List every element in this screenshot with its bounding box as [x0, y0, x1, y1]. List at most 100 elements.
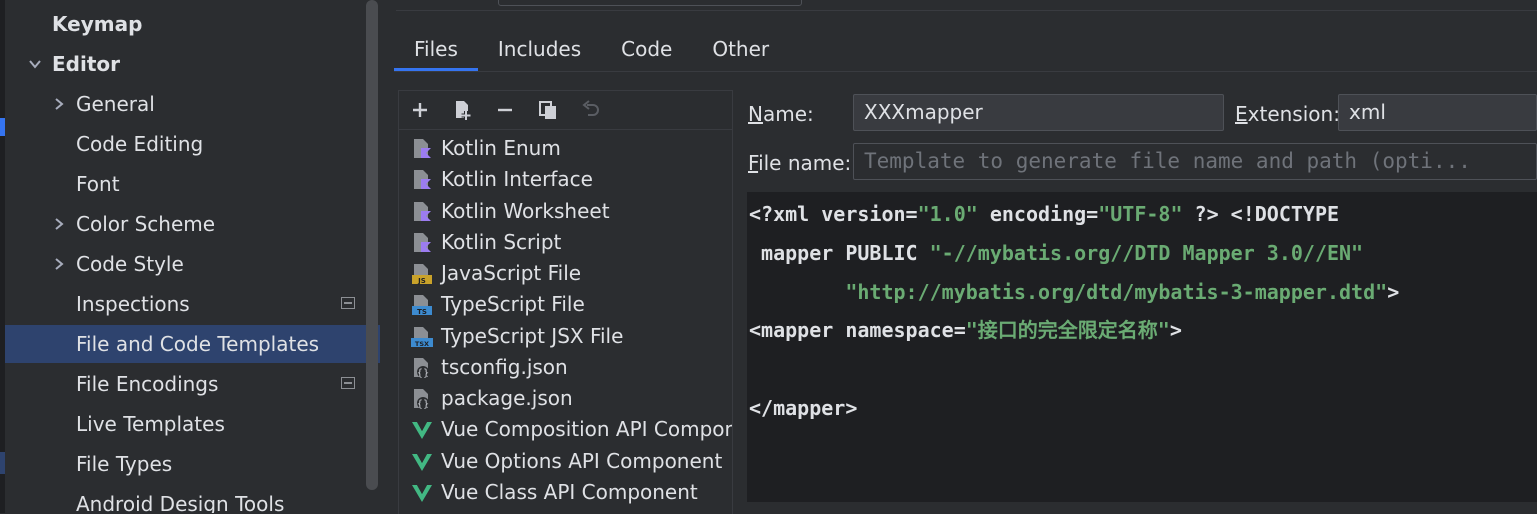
list-item-label: Kotlin Script [441, 230, 562, 254]
typescript-file-icon: TS [412, 295, 432, 316]
list-item[interactable]: Vue Class API Component [399, 477, 732, 508]
sidebar-item-label: Font [76, 172, 120, 196]
code-token: <?xml version= [749, 202, 918, 226]
sidebar-item-file-and-code-templates[interactable]: File and Code Templates [5, 325, 380, 363]
sidebar-item-label: File Types [76, 452, 173, 476]
svg-text:TSX: TSX [415, 340, 429, 348]
extension-label: Extension: [1235, 102, 1340, 126]
list-item[interactable]: Kotlin Worksheet [399, 196, 732, 227]
kotlin-file-icon [414, 233, 431, 252]
json-file-icon: {} [414, 358, 430, 379]
name-field[interactable]: XXXmapper [853, 94, 1224, 131]
create-copy-icon[interactable] [450, 97, 476, 123]
list-item-label: package.json [441, 386, 573, 410]
code-string: "接口的完全限定名称" [965, 318, 1170, 342]
kotlin-file-icon [414, 202, 431, 221]
svg-text:TS: TS [417, 308, 427, 316]
sidebar-item-color-scheme[interactable]: Color Scheme [5, 205, 380, 243]
list-item-label: Kotlin Enum [441, 136, 561, 160]
sidebar-item-general[interactable]: General [5, 85, 380, 123]
list-item[interactable]: TS TypeScript File [399, 289, 732, 320]
sidebar-item-label: File Encodings [76, 372, 219, 396]
chevron-right-icon[interactable] [51, 245, 67, 283]
project-settings-icon [341, 297, 355, 309]
json-file-icon: {} [414, 389, 430, 410]
file-name-label: File name: [748, 151, 852, 175]
list-item-label: Kotlin Interface [441, 167, 593, 191]
tab-other[interactable]: Other [692, 30, 789, 72]
name-label: Name: [748, 102, 814, 126]
code-string: "http://mybatis.org/dtd/mybatis-3-mapper… [845, 280, 1388, 304]
code-token: <mapper namespace= [749, 318, 966, 342]
template-tabs: Files Includes Code Other [394, 30, 789, 72]
chevron-down-icon[interactable] [27, 45, 43, 83]
svg-text:{}: {} [417, 368, 430, 379]
list-item[interactable]: {} tsconfig.json [399, 352, 732, 383]
vue-icon [412, 422, 432, 439]
code-token: > [1387, 280, 1400, 304]
sidebar-item-label: Editor [52, 52, 120, 76]
svg-text:{}: {} [417, 399, 430, 410]
scheme-field[interactable] [498, 0, 802, 6]
sidebar-scrollbar[interactable] [366, 0, 378, 490]
remove-icon[interactable] [492, 97, 518, 123]
sidebar-item-live-templates[interactable]: Live Templates [5, 405, 380, 443]
sidebar-item-inspections[interactable]: Inspections [5, 285, 380, 323]
chevron-right-icon[interactable] [51, 205, 67, 243]
kotlin-file-icon [414, 170, 431, 189]
editor-scrollbar[interactable] [1529, 192, 1537, 502]
sidebar-item-label: Android Design Tools [76, 492, 285, 513]
code-string: "UTF-8" [1098, 202, 1183, 226]
list-item[interactable]: JS JavaScript File [399, 258, 732, 289]
template-code-editor[interactable]: <?xml version="1.0" encoding="UTF-8" ?> … [747, 192, 1537, 502]
sidebar-item-label: Code Editing [76, 132, 204, 156]
tab-code[interactable]: Code [601, 30, 692, 72]
file-name-field[interactable]: Template to generate file name and path … [853, 143, 1537, 180]
list-item-label: Kotlin Worksheet [441, 199, 610, 223]
list-item[interactable]: TSX TypeScript JSX File [399, 321, 732, 352]
sidebar-item-code-style[interactable]: Code Style [5, 245, 380, 283]
list-item-label: Vue Composition API Component [441, 417, 732, 441]
list-item-label: JavaScript File [441, 261, 582, 285]
sidebar-item-label: General [76, 92, 155, 116]
code-line: mapper PUBLIC "-//mybatis.org//DTD Mappe… [749, 239, 1363, 267]
list-item[interactable]: Vue Options API Component [399, 446, 732, 477]
reset-icon[interactable] [578, 97, 604, 123]
code-string: "-//mybatis.org//DTD Mapper 3.0//EN" [929, 241, 1364, 265]
list-item-label: tsconfig.json [441, 355, 568, 379]
list-item-label: Vue Class API Component [441, 480, 698, 504]
sidebar-item-keymap[interactable]: Keymap [5, 5, 380, 43]
list-item[interactable]: Kotlin Interface [399, 164, 732, 195]
list-item[interactable]: {} package.json [399, 383, 732, 414]
project-settings-icon [341, 377, 355, 389]
tab-includes[interactable]: Includes [478, 30, 601, 72]
sidebar-item-code-editing[interactable]: Code Editing [5, 125, 380, 163]
sidebar-item-file-encodings[interactable]: File Encodings [5, 365, 380, 403]
extension-field[interactable]: xml [1338, 94, 1537, 131]
sidebar-item-editor[interactable]: Editor [5, 45, 380, 83]
list-item[interactable]: Vue Composition API Component [399, 414, 732, 445]
list-item[interactable]: Kotlin Script [399, 227, 732, 258]
list-item-label: TypeScript JSX File [441, 324, 624, 348]
tab-files[interactable]: Files [394, 30, 478, 72]
vue-icon [412, 454, 432, 471]
add-icon[interactable] [407, 97, 433, 123]
sidebar-item-label: File and Code Templates [76, 332, 320, 356]
kotlin-file-icon [414, 139, 431, 158]
template-list: Kotlin Enum Kotlin Interface Kotlin Work… [398, 90, 733, 514]
settings-tree: Keymap Editor General Code Editing Font … [0, 0, 380, 513]
code-token: </mapper> [749, 396, 858, 420]
code-string: "1.0" [917, 202, 978, 226]
code-token: ?> <!DOCTYPE [1182, 202, 1340, 226]
sidebar-item-label: Color Scheme [76, 212, 216, 236]
list-item[interactable]: Kotlin Enum [399, 133, 732, 164]
sidebar-item-file-types[interactable]: File Types [5, 445, 380, 483]
chevron-right-icon[interactable] [51, 85, 67, 123]
list-item-label: Vue Options API Component [441, 449, 723, 473]
code-line: "http://mybatis.org/dtd/mybatis-3-mapper… [749, 278, 1399, 306]
templates-panel: Files Includes Code Other Kotlin Enum Ko… [380, 0, 1537, 514]
code-token: mapper PUBLIC [749, 241, 930, 265]
sidebar-item-font[interactable]: Font [5, 165, 380, 203]
sidebar-item-android-design-tools[interactable]: Android Design Tools [5, 485, 380, 513]
copy-icon[interactable] [535, 97, 561, 123]
